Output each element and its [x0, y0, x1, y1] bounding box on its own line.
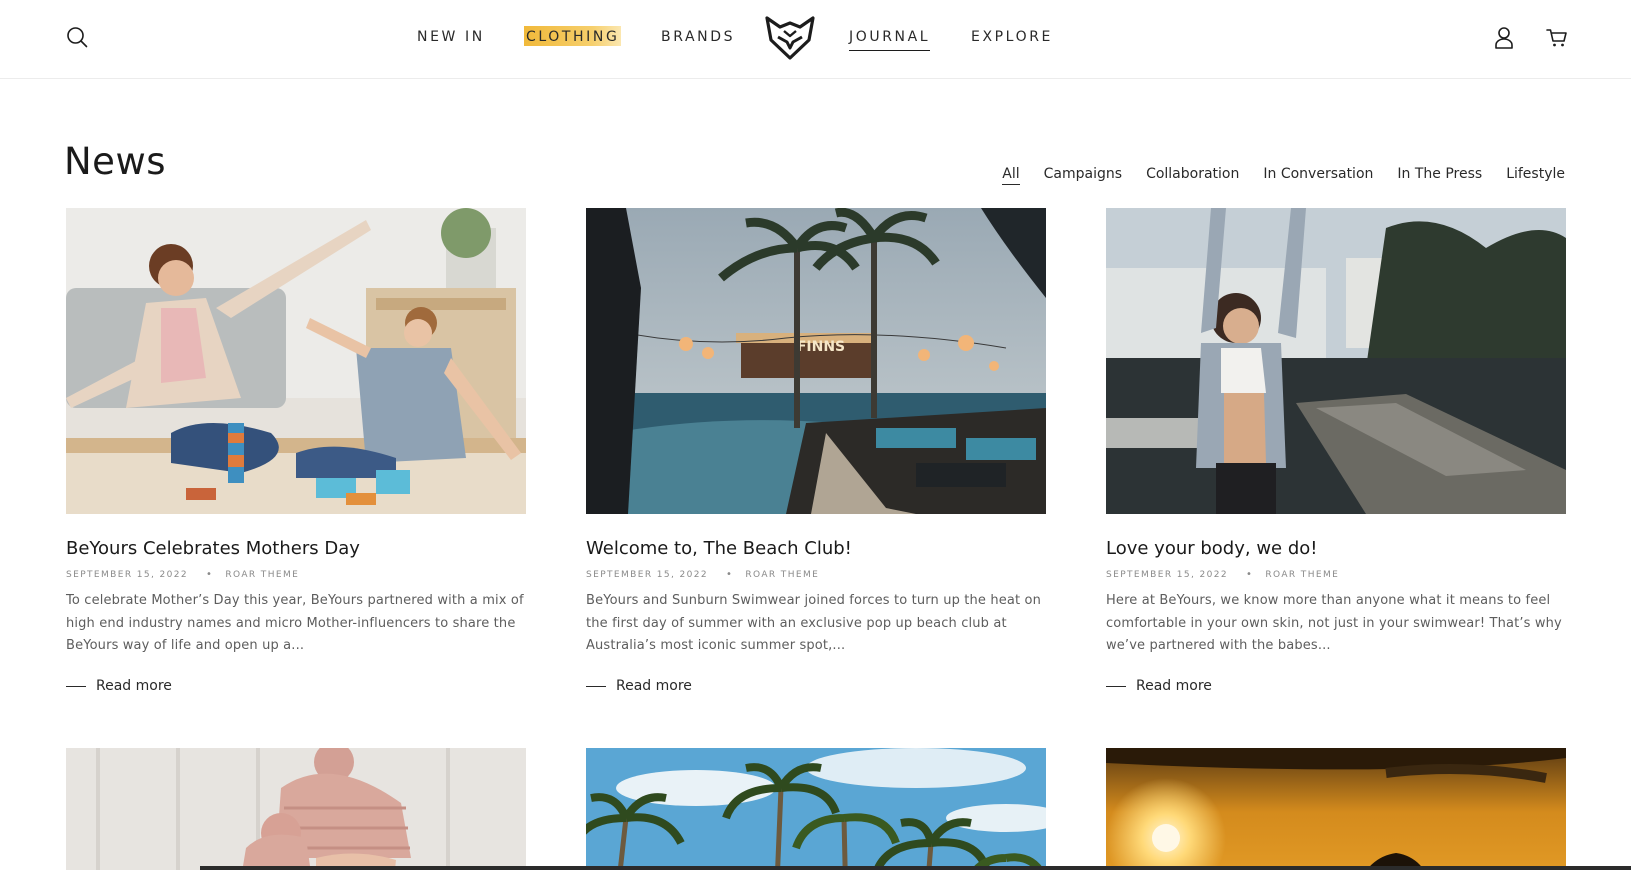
nav-explore[interactable]: EXPLORE	[971, 28, 1053, 46]
article-date: SEPTEMBER 15, 2022	[66, 569, 189, 580]
site-header: NEW IN CLOTHING BRANDS JOURNAL EXPLORE	[0, 0, 1631, 79]
account-icon[interactable]	[1491, 24, 1517, 52]
article-title[interactable]: Welcome to, The Beach Club!	[586, 537, 852, 561]
article-excerpt: BeYours and Sunburn Swimwear joined forc…	[586, 593, 1042, 653]
meta-separator: •	[1246, 569, 1254, 580]
nav-clothing[interactable]: CLOTHING	[524, 26, 622, 46]
article-date: SEPTEMBER 15, 2022	[586, 569, 709, 580]
category-filters: All Campaigns Collaboration In Conversat…	[1002, 164, 1565, 185]
nav-brands[interactable]: BRANDS	[661, 28, 735, 46]
article-image-sunset[interactable]	[1106, 748, 1566, 870]
article-author[interactable]: ROAR THEME	[745, 570, 819, 580]
read-more-label: Read more	[96, 678, 172, 694]
fox-logo[interactable]	[764, 12, 816, 62]
article-excerpt: To celebrate Mother’s Day this year, BeY…	[66, 593, 524, 653]
dash-icon	[1106, 685, 1126, 687]
article-image-woman-stretching[interactable]	[1106, 208, 1566, 514]
article-meta: SEPTEMBER 15, 2022 • ROAR THEME	[586, 569, 819, 580]
page-title: News	[64, 140, 166, 183]
finns-sign: FINNS	[797, 339, 845, 355]
article-meta: SEPTEMBER 15, 2022 • ROAR THEME	[66, 569, 299, 580]
article-title[interactable]: BeYours Celebrates Mothers Day	[66, 537, 360, 561]
article-meta: SEPTEMBER 15, 2022 • ROAR THEME	[1106, 569, 1339, 580]
bottom-bar	[200, 866, 1631, 870]
article-date: SEPTEMBER 15, 2022	[1106, 569, 1229, 580]
filter-collaboration[interactable]: Collaboration	[1146, 164, 1239, 185]
filter-all[interactable]: All	[1002, 164, 1020, 185]
article-card: BeYours Celebrates Mothers Day SEPTEMBER…	[66, 208, 526, 698]
search-icon[interactable]	[64, 24, 90, 50]
article-card: FINNS Welcome to, The Beach Club! SEPTEM…	[586, 208, 1046, 698]
read-more-label: Read more	[616, 678, 692, 694]
article-author[interactable]: ROAR THEME	[225, 570, 299, 580]
dash-icon	[66, 685, 86, 687]
article-author[interactable]: ROAR THEME	[1265, 570, 1339, 580]
filter-campaigns[interactable]: Campaigns	[1044, 164, 1122, 185]
article-image-winter-hat[interactable]	[66, 748, 526, 870]
article-image-mother-child[interactable]	[66, 208, 526, 514]
read-more-link[interactable]: Read more	[1106, 676, 1212, 696]
read-more-link[interactable]: Read more	[66, 676, 172, 696]
read-more-link[interactable]: Read more	[586, 676, 692, 696]
dash-icon	[586, 685, 606, 687]
article-excerpt: Here at BeYours, we know more than anyon…	[1106, 593, 1562, 653]
meta-separator: •	[206, 569, 214, 580]
nav-journal[interactable]: JOURNAL	[849, 28, 931, 51]
nav-new-in[interactable]: NEW IN	[417, 28, 485, 46]
article-image-palm-trees[interactable]	[586, 748, 1046, 870]
article-title[interactable]: Love your body, we do!	[1106, 537, 1318, 561]
article-image-beach-club[interactable]: FINNS	[586, 208, 1046, 514]
filter-lifestyle[interactable]: Lifestyle	[1506, 164, 1565, 185]
filter-in-the-press[interactable]: In The Press	[1397, 164, 1482, 185]
filter-in-conversation[interactable]: In Conversation	[1263, 164, 1373, 185]
article-card: Love your body, we do! SEPTEMBER 15, 202…	[1106, 208, 1566, 698]
meta-separator: •	[726, 569, 734, 580]
read-more-label: Read more	[1136, 678, 1212, 694]
cart-icon[interactable]	[1543, 25, 1571, 51]
